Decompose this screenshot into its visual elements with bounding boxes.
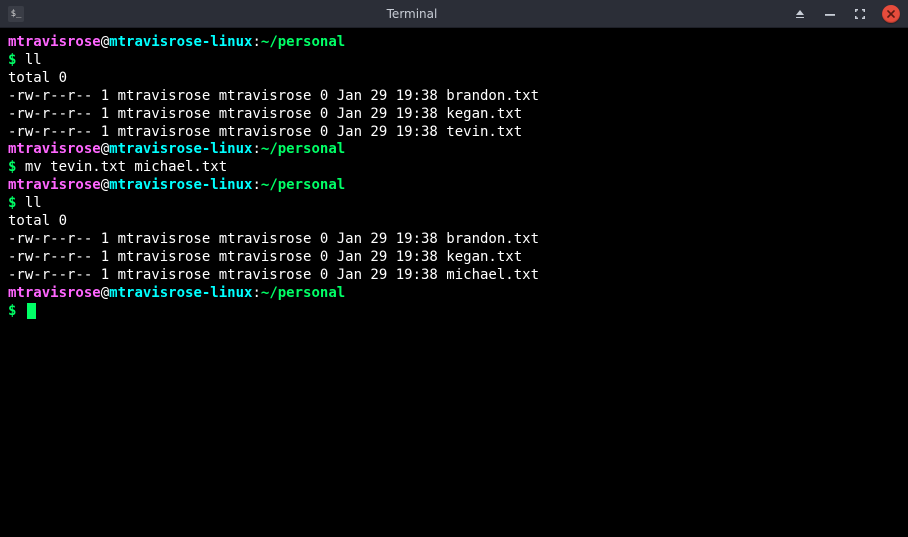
command-text: ll [25, 52, 42, 68]
prompt-host: mtravisrose-linux [109, 34, 252, 50]
prompt-colon: : [252, 177, 260, 193]
prompt-at: @ [101, 34, 109, 50]
titlebar[interactable]: $_ Terminal [0, 0, 908, 28]
window-controls [792, 5, 900, 23]
prompt-dollar: $ [8, 195, 25, 211]
prompt-dollar: $ [8, 159, 25, 175]
prompt-line: mtravisrose@mtravisrose-linux:~/personal [8, 285, 900, 303]
prompt-user: mtravisrose [8, 285, 101, 301]
prompt-at: @ [101, 285, 109, 301]
command-line: $ ll [8, 195, 900, 213]
prompt-user: mtravisrose [8, 34, 101, 50]
output-line: -rw-r--r-- 1 mtravisrose mtravisrose 0 J… [8, 88, 900, 106]
terminal-viewport[interactable]: mtravisrose@mtravisrose-linux:~/personal… [0, 28, 908, 537]
prompt-at: @ [101, 177, 109, 193]
prompt-host: mtravisrose-linux [109, 177, 252, 193]
prompt-line: mtravisrose@mtravisrose-linux:~/personal [8, 177, 900, 195]
command-line: $ ll [8, 52, 900, 70]
close-button[interactable] [882, 5, 900, 23]
minimize-button[interactable] [822, 6, 838, 22]
output-line: -rw-r--r-- 1 mtravisrose mtravisrose 0 J… [8, 267, 900, 285]
output-line: -rw-r--r-- 1 mtravisrose mtravisrose 0 J… [8, 249, 900, 267]
prompt-dollar: $ [8, 52, 25, 68]
command-text: mv tevin.txt michael.txt [25, 159, 227, 175]
prompt-colon: : [252, 141, 260, 157]
eject-icon[interactable] [792, 6, 808, 22]
output-line: -rw-r--r-- 1 mtravisrose mtravisrose 0 J… [8, 231, 900, 249]
app-icon: $_ [8, 6, 24, 22]
cursor[interactable] [27, 303, 36, 319]
terminal-window: $_ Terminal mtravisrose@mtravisrose-linu… [0, 0, 908, 537]
prompt-host: mtravisrose-linux [109, 285, 252, 301]
prompt-path: ~/personal [261, 285, 345, 301]
output-line: -rw-r--r-- 1 mtravisrose mtravisrose 0 J… [8, 124, 900, 142]
prompt-user: mtravisrose [8, 141, 101, 157]
prompt-at: @ [101, 141, 109, 157]
prompt-colon: : [252, 34, 260, 50]
prompt-user: mtravisrose [8, 177, 101, 193]
prompt-host: mtravisrose-linux [109, 141, 252, 157]
prompt-dollar: $ [8, 303, 25, 319]
window-title: Terminal [32, 7, 792, 21]
prompt-colon: : [252, 285, 260, 301]
command-line[interactable]: $ [8, 303, 900, 321]
prompt-line: mtravisrose@mtravisrose-linux:~/personal [8, 34, 900, 52]
maximize-button[interactable] [852, 6, 868, 22]
output-line: -rw-r--r-- 1 mtravisrose mtravisrose 0 J… [8, 106, 900, 124]
prompt-path: ~/personal [261, 34, 345, 50]
output-line: total 0 [8, 70, 900, 88]
prompt-path: ~/personal [261, 177, 345, 193]
prompt-line: mtravisrose@mtravisrose-linux:~/personal [8, 141, 900, 159]
command-text: ll [25, 195, 42, 211]
command-line: $ mv tevin.txt michael.txt [8, 159, 900, 177]
prompt-path: ~/personal [261, 141, 345, 157]
output-line: total 0 [8, 213, 900, 231]
